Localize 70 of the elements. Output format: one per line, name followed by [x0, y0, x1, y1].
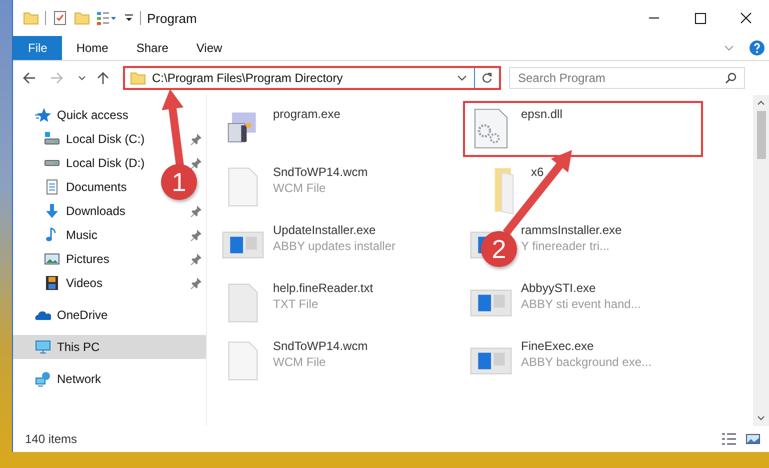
network-icon	[35, 371, 51, 387]
scrollbar-thumb[interactable]	[756, 111, 766, 159]
window-title: Program	[147, 10, 197, 26]
file-type: ABBY sti event hand...	[521, 297, 641, 311]
file-name[interactable]: FineExec.exe	[521, 339, 652, 353]
down-arrow-icon	[44, 203, 60, 219]
file-name[interactable]: SndToWP14.wcm	[273, 339, 368, 353]
monitor-icon	[35, 339, 51, 355]
pin-icon[interactable]	[190, 157, 202, 169]
help-icon[interactable]	[749, 40, 765, 56]
file-name[interactable]: UpdateInstaller.exe	[273, 223, 396, 237]
drive-icon	[44, 131, 60, 147]
pin-icon[interactable]	[190, 229, 202, 241]
sidebar-item[interactable]: Quick access	[13, 103, 206, 127]
scrollbar[interactable]	[753, 95, 769, 426]
search-field[interactable]: Search Program	[509, 67, 745, 89]
document-icon	[44, 179, 60, 195]
address-path: C:\Program Files\Program Directory	[152, 71, 344, 85]
sidebar-item[interactable]: This PC	[13, 335, 206, 359]
star-icon	[35, 107, 51, 123]
view-options-icon[interactable]	[96, 10, 118, 26]
file-type: ABBY updates installer	[273, 239, 396, 253]
properties-icon[interactable]	[52, 10, 68, 26]
film-icon	[44, 275, 60, 291]
dropdown-icon[interactable]	[124, 13, 134, 23]
details-view-icon[interactable]	[721, 431, 737, 447]
sidebar-item[interactable]: Documents	[66, 180, 127, 194]
address-bar[interactable]: C:\Program Files\Program Directory	[123, 66, 501, 90]
scroll-down-icon[interactable]	[756, 413, 766, 423]
sidebar-item[interactable]: Network	[13, 367, 206, 391]
file-name[interactable]: x6	[531, 165, 544, 179]
file-name[interactable]: rammsInstaller.exe	[521, 223, 622, 237]
file-type: WCM File	[273, 181, 327, 195]
file-name[interactable]: epsn.dll	[521, 107, 562, 121]
sidebar-item[interactable]: Pictures	[66, 252, 110, 266]
large-icons-view-icon[interactable]	[745, 431, 761, 447]
file-name[interactable]: program.exe	[273, 107, 340, 121]
sidebar-item[interactable]: Downloads	[66, 204, 126, 218]
sidebar-item[interactable]: OneDrive	[13, 303, 206, 327]
file-type: Y finereader tri...	[521, 239, 610, 253]
folder-icon	[130, 70, 146, 86]
search-icon[interactable]	[725, 72, 737, 84]
pin-icon[interactable]	[190, 277, 202, 289]
chevron-down-icon[interactable]	[77, 73, 87, 83]
sidebar-label: OneDrive	[57, 308, 108, 322]
sidebar-label: This PC	[57, 340, 100, 354]
refresh-icon[interactable]	[481, 72, 493, 84]
file-type: ABBY background exe...	[521, 355, 652, 369]
pin-icon[interactable]	[190, 133, 202, 145]
ribbon-tab[interactable]: Home	[62, 36, 122, 60]
sidebar-item[interactable]: Music	[66, 228, 98, 242]
ribbon-tab[interactable]: Share	[122, 36, 182, 60]
file-tab[interactable]: File	[13, 36, 62, 60]
file-name[interactable]: AbbyySTI.exe	[521, 281, 641, 295]
item-count: 140 items	[25, 432, 78, 446]
file-type: TXT File	[273, 297, 320, 311]
back-arrow-icon[interactable]	[21, 70, 37, 86]
sidebar-label: Quick access	[57, 108, 128, 122]
sidebar-label: Network	[57, 372, 102, 386]
pin-icon[interactable]	[190, 205, 202, 217]
file-name[interactable]: help.fineReader.txt	[273, 281, 374, 295]
up-arrow-icon[interactable]	[95, 70, 111, 86]
ribbon-tab[interactable]: View	[182, 36, 236, 60]
sidebar-item[interactable]: Local Disk (C:)	[66, 132, 145, 146]
picture-icon	[44, 251, 60, 267]
file-type: WCM File	[273, 355, 327, 369]
file-name[interactable]: SndToWP14.wcm	[273, 165, 368, 179]
sidebar-item[interactable]: Videos	[66, 276, 102, 290]
sidebar-item[interactable]: Local Disk (D:)	[66, 156, 145, 170]
pin-icon[interactable]	[190, 253, 202, 265]
